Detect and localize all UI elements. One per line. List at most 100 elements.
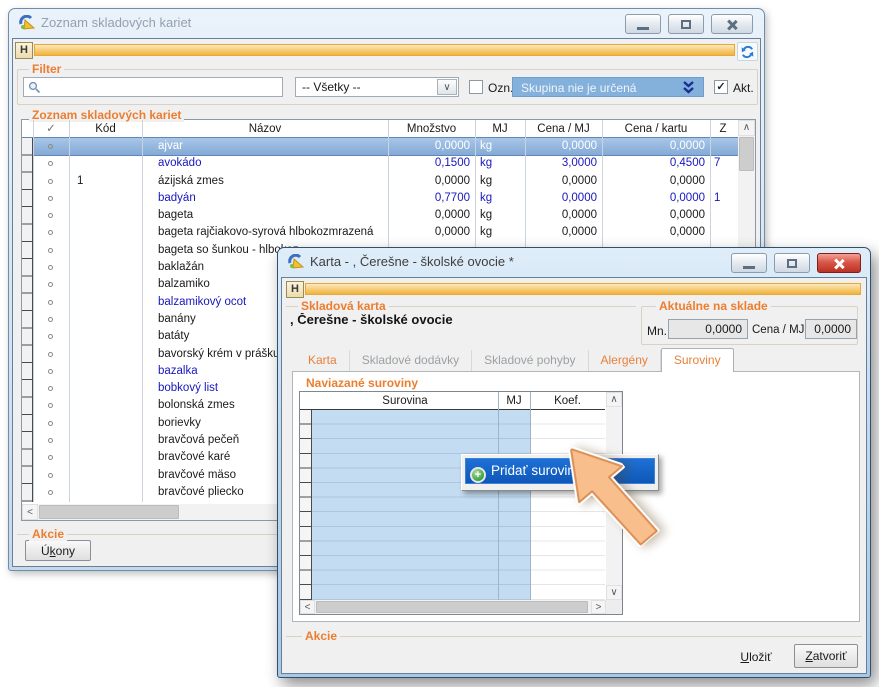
close-button[interactable] [817, 253, 861, 273]
maximize-button[interactable] [668, 14, 704, 34]
cell-nazov: ajvar [142, 138, 388, 155]
close-button[interactable] [711, 14, 753, 34]
cell-kod [69, 328, 139, 345]
column-surovina[interactable]: Surovina [312, 392, 498, 410]
help-button[interactable]: H [15, 42, 33, 59]
cell-z: 1 [712, 190, 736, 207]
table-header[interactable]: Surovina MJ Koef. [300, 392, 605, 410]
tab-alerg-ny[interactable]: Alergény [589, 350, 661, 371]
scroll-left-icon[interactable]: < [300, 600, 315, 614]
minimize-button[interactable] [625, 14, 661, 34]
search-icon [28, 81, 41, 94]
scroll-up-icon[interactable]: ∧ [738, 120, 755, 136]
cell-cena_mj: 0,0000 [525, 138, 597, 155]
cell-kod [69, 415, 139, 432]
cell-mj: kg [475, 138, 521, 155]
cell-kod [69, 276, 139, 293]
filter-type-dropdown[interactable]: -- Všetky -- ∨ [295, 77, 459, 97]
table-row[interactable]: badyán0,7700kg0,00000,00001 [22, 190, 738, 207]
cell-mnozstvo: 0,1500 [388, 155, 470, 172]
table-row[interactable]: bageta0,0000kg0,00000,0000 [22, 207, 738, 224]
close-card-button[interactable]: Zatvoriť [794, 644, 858, 668]
akt-checkbox[interactable]: ✓ [714, 80, 728, 94]
search-input[interactable] [23, 77, 283, 97]
column-z[interactable]: Z [710, 120, 736, 138]
chevron-down-icon[interactable]: ∨ [437, 79, 457, 95]
row-marker-icon [48, 300, 53, 305]
column-mnozstvo[interactable]: Množstvo [388, 120, 475, 138]
titlebar[interactable]: Zoznam skladových kariet [8, 8, 765, 38]
cell-cena_kartu: 0,0000 [602, 190, 705, 207]
column-nazov[interactable]: Názov [142, 120, 388, 138]
row-header-column [300, 410, 312, 600]
row-marker-icon [48, 438, 53, 443]
cell-kod [69, 346, 139, 363]
column-cena-mj[interactable]: Cena / MJ [525, 120, 602, 138]
scroll-thumb[interactable] [39, 505, 179, 519]
cell-kod [69, 484, 139, 501]
help-button[interactable]: H [286, 281, 304, 298]
tab-strip: KartaSkladové dodávkySkladové pohybyAler… [296, 350, 734, 372]
accent-bar [305, 283, 861, 295]
table-row[interactable]: ajvar0,0000kg0,00000,0000 [22, 138, 738, 155]
cell-mj: kg [475, 190, 521, 207]
minimize-button[interactable] [731, 253, 767, 273]
cell-kod [69, 449, 139, 466]
table-row[interactable]: bageta rajčiakovo-syrová hlbokozmrazená0… [22, 224, 738, 241]
scroll-right-icon[interactable]: > [591, 600, 606, 614]
row-marker-icon [48, 265, 53, 270]
minimize-icon [743, 266, 755, 269]
double-chevron-down-icon[interactable] [682, 80, 695, 95]
cell-mj: kg [475, 155, 521, 172]
row-marker-icon [48, 352, 53, 357]
table-row[interactable]: avokádo0,1500kg3,00000,45007 [22, 155, 738, 172]
ozn-label: Ozn. [488, 81, 513, 95]
cena-mj-label: Cena / MJ [752, 324, 804, 336]
table-row[interactable]: 1ázijská zmes0,0000kg0,00000,0000 [22, 173, 738, 190]
cell-kod [69, 294, 139, 311]
scroll-thumb[interactable] [739, 137, 754, 171]
card-name: , Čerešne - školské ovocie [290, 312, 453, 327]
cell-mj: kg [475, 207, 521, 224]
scroll-down-icon[interactable]: ∨ [606, 585, 622, 600]
cell-mnozstvo: 0,0000 [388, 224, 470, 241]
cell-cena_mj: 0,0000 [525, 207, 597, 224]
cell-z: 7 [712, 155, 736, 172]
akcie-label: Akcie [29, 527, 67, 541]
row-marker-icon [48, 455, 53, 460]
maximize-button[interactable] [774, 253, 810, 273]
refresh-button[interactable] [737, 42, 758, 61]
table-header[interactable]: ✓ Kód Názov Množstvo MJ Cena / MJ Cena /… [22, 120, 738, 138]
column-kod[interactable]: Kód [69, 120, 142, 138]
titlebar[interactable]: Karta - , Čerešne - školské ovocie * [277, 247, 871, 277]
column-koef[interactable]: Koef. [530, 392, 605, 410]
tab-skladov-pohyby[interactable]: Skladové pohyby [472, 350, 588, 371]
scroll-left-icon[interactable]: < [22, 504, 38, 520]
cell-nazov: badyán [142, 190, 388, 207]
group-filter-value: Skupina nie je určená [521, 81, 636, 95]
cell-kod [69, 380, 139, 397]
ukony-button[interactable]: Úkony [25, 540, 91, 561]
cell-z [712, 224, 736, 241]
column-check[interactable]: ✓ [33, 120, 69, 138]
suroviny-table[interactable]: Surovina MJ Koef. ∧ ∨ [299, 391, 623, 615]
akt-label: Akt. [733, 81, 754, 95]
scroll-up-icon[interactable]: ∧ [606, 392, 622, 407]
cell-cena_mj: 0,0000 [525, 173, 597, 190]
save-button[interactable]: Uložiť [726, 646, 786, 668]
cell-kod [69, 155, 139, 172]
column-mj[interactable]: MJ [475, 120, 525, 138]
tab-karta[interactable]: Karta [296, 350, 350, 371]
ozn-checkbox[interactable] [469, 80, 483, 94]
scroll-thumb[interactable] [316, 601, 588, 613]
tab-skladov-dod-vky[interactable]: Skladové dodávky [350, 350, 472, 371]
column-cena-kartu[interactable]: Cena / kartu [602, 120, 710, 138]
cell-nazov: bageta [142, 207, 388, 224]
tab-suroviny[interactable]: Suroviny [661, 348, 734, 372]
group-filter-field[interactable]: Skupina nie je určená [512, 77, 704, 97]
horizontal-scrollbar[interactable]: < > [300, 600, 606, 614]
cell-mnozstvo: 0,7700 [388, 190, 470, 207]
row-marker-icon [48, 317, 53, 322]
column-mj[interactable]: MJ [498, 392, 530, 410]
cell-kod [69, 207, 139, 224]
